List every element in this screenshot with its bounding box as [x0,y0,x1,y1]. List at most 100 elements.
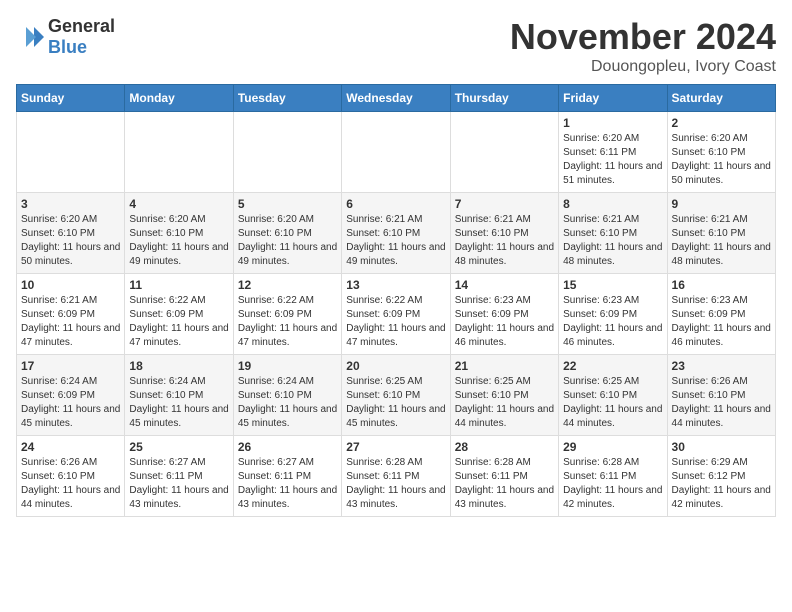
calendar-week-row: 3 Sunrise: 6:20 AM Sunset: 6:10 PM Daylig… [17,193,776,274]
day-info: Sunrise: 6:21 AM Sunset: 6:10 PM Dayligh… [672,213,771,269]
day-number: 5 [238,197,337,211]
day-number: 25 [129,440,228,454]
day-number: 17 [21,359,120,373]
calendar-week-row: 10Sunrise: 6:21 AM Sunset: 6:09 PM Dayli… [17,274,776,355]
day-number: 27 [346,440,445,454]
day-info: Sunrise: 6:23 AM Sunset: 6:09 PM Dayligh… [455,294,554,350]
day-number: 28 [455,440,554,454]
calendar-cell: 4 Sunrise: 6:20 AM Sunset: 6:10 PM Daylig… [125,193,233,274]
calendar-cell: 24 Sunrise: 6:26 AM Sunset: 6:10 PM Dayli… [17,436,125,517]
day-of-week-header: Thursday [450,85,558,112]
calendar-cell: 22 Sunrise: 6:25 AM Sunset: 6:10 PM Dayli… [559,355,667,436]
day-of-week-header: Friday [559,85,667,112]
day-of-week-header: Sunday [17,85,125,112]
day-info: Sunrise: 6:24 AM Sunset: 6:10 PM Dayligh… [238,375,337,431]
day-info: Sunrise: 6:22 AM Sunset: 6:09 PM Dayligh… [238,294,337,350]
day-number: 19 [238,359,337,373]
logo: General Blue [16,16,115,58]
day-number: 9 [672,197,771,211]
calendar-cell: 23Sunrise: 6:26 AM Sunset: 6:10 PM Dayli… [667,355,775,436]
day-number: 2 [672,116,771,130]
day-info: Sunrise: 6:20 AM Sunset: 6:10 PM Dayligh… [672,132,771,188]
calendar-cell: 18 Sunrise: 6:24 AM Sunset: 6:10 PM Dayli… [125,355,233,436]
calendar-cell: 13Sunrise: 6:22 AM Sunset: 6:09 PM Dayli… [342,274,450,355]
day-number: 15 [563,278,662,292]
calendar-cell: 15Sunrise: 6:23 AM Sunset: 6:09 PM Dayli… [559,274,667,355]
calendar-cell: 17 Sunrise: 6:24 AM Sunset: 6:09 PM Dayli… [17,355,125,436]
calendar-cell: 16 Sunrise: 6:23 AM Sunset: 6:09 PM Dayli… [667,274,775,355]
calendar-week-row: 17 Sunrise: 6:24 AM Sunset: 6:09 PM Dayli… [17,355,776,436]
day-number: 8 [563,197,662,211]
day-of-week-header: Saturday [667,85,775,112]
calendar-cell: 1Sunrise: 6:20 AM Sunset: 6:11 PM Daylig… [559,112,667,193]
calendar-cell [233,112,341,193]
day-info: Sunrise: 6:20 AM Sunset: 6:10 PM Dayligh… [129,213,228,269]
day-info: Sunrise: 6:28 AM Sunset: 6:11 PM Dayligh… [563,456,662,512]
day-info: Sunrise: 6:22 AM Sunset: 6:09 PM Dayligh… [346,294,445,350]
day-info: Sunrise: 6:25 AM Sunset: 6:10 PM Dayligh… [563,375,662,431]
day-info: Sunrise: 6:27 AM Sunset: 6:11 PM Dayligh… [129,456,228,512]
calendar-cell: 30 Sunrise: 6:29 AM Sunset: 6:12 PM Dayli… [667,436,775,517]
calendar-cell: 6 Sunrise: 6:21 AM Sunset: 6:10 PM Daylig… [342,193,450,274]
title-area: November 2024 Douongopleu, Ivory Coast [510,16,776,76]
day-number: 20 [346,359,445,373]
day-number: 22 [563,359,662,373]
day-info: Sunrise: 6:24 AM Sunset: 6:09 PM Dayligh… [21,375,120,431]
calendar-cell: 19 Sunrise: 6:24 AM Sunset: 6:10 PM Dayli… [233,355,341,436]
day-info: Sunrise: 6:29 AM Sunset: 6:12 PM Dayligh… [672,456,771,512]
day-number: 3 [21,197,120,211]
day-number: 6 [346,197,445,211]
day-info: Sunrise: 6:26 AM Sunset: 6:10 PM Dayligh… [21,456,120,512]
day-info: Sunrise: 6:21 AM Sunset: 6:10 PM Dayligh… [346,213,445,269]
calendar-cell: 21 Sunrise: 6:25 AM Sunset: 6:10 PM Dayli… [450,355,558,436]
calendar-table: SundayMondayTuesdayWednesdayThursdayFrid… [16,84,776,517]
day-info: Sunrise: 6:23 AM Sunset: 6:09 PM Dayligh… [672,294,771,350]
calendar-cell: 8 Sunrise: 6:21 AM Sunset: 6:10 PM Daylig… [559,193,667,274]
logo-general: General [48,16,115,36]
day-number: 29 [563,440,662,454]
calendar-cell [450,112,558,193]
day-number: 4 [129,197,228,211]
calendar-cell: 3 Sunrise: 6:20 AM Sunset: 6:10 PM Daylig… [17,193,125,274]
day-info: Sunrise: 6:20 AM Sunset: 6:11 PM Dayligh… [563,132,662,188]
day-of-week-header: Wednesday [342,85,450,112]
month-title: November 2024 [510,16,776,58]
day-info: Sunrise: 6:21 AM Sunset: 6:09 PM Dayligh… [21,294,120,350]
calendar-cell: 10Sunrise: 6:21 AM Sunset: 6:09 PM Dayli… [17,274,125,355]
day-number: 18 [129,359,228,373]
day-info: Sunrise: 6:20 AM Sunset: 6:10 PM Dayligh… [21,213,120,269]
day-of-week-header: Tuesday [233,85,341,112]
day-info: Sunrise: 6:27 AM Sunset: 6:11 PM Dayligh… [238,456,337,512]
day-number: 23 [672,359,771,373]
calendar-cell: 25 Sunrise: 6:27 AM Sunset: 6:11 PM Dayli… [125,436,233,517]
calendar-cell: 7 Sunrise: 6:21 AM Sunset: 6:10 PM Daylig… [450,193,558,274]
calendar-cell: 5 Sunrise: 6:20 AM Sunset: 6:10 PM Daylig… [233,193,341,274]
calendar-cell: 26Sunrise: 6:27 AM Sunset: 6:11 PM Dayli… [233,436,341,517]
day-info: Sunrise: 6:20 AM Sunset: 6:10 PM Dayligh… [238,213,337,269]
calendar-cell: 12Sunrise: 6:22 AM Sunset: 6:09 PM Dayli… [233,274,341,355]
calendar-cell: 2 Sunrise: 6:20 AM Sunset: 6:10 PM Daylig… [667,112,775,193]
calendar-cell [17,112,125,193]
day-info: Sunrise: 6:25 AM Sunset: 6:10 PM Dayligh… [455,375,554,431]
calendar-cell: 29 Sunrise: 6:28 AM Sunset: 6:11 PM Dayli… [559,436,667,517]
logo-icon [16,23,44,51]
day-number: 16 [672,278,771,292]
day-info: Sunrise: 6:24 AM Sunset: 6:10 PM Dayligh… [129,375,228,431]
day-info: Sunrise: 6:21 AM Sunset: 6:10 PM Dayligh… [455,213,554,269]
calendar-cell [125,112,233,193]
calendar-week-row: 1Sunrise: 6:20 AM Sunset: 6:11 PM Daylig… [17,112,776,193]
calendar-cell: 28Sunrise: 6:28 AM Sunset: 6:11 PM Dayli… [450,436,558,517]
logo-wordmark: General Blue [48,16,115,58]
calendar-cell: 14 Sunrise: 6:23 AM Sunset: 6:09 PM Dayli… [450,274,558,355]
day-number: 24 [21,440,120,454]
calendar-week-row: 24 Sunrise: 6:26 AM Sunset: 6:10 PM Dayli… [17,436,776,517]
day-number: 14 [455,278,554,292]
day-number: 21 [455,359,554,373]
day-number: 30 [672,440,771,454]
logo-blue: Blue [48,37,87,57]
day-info: Sunrise: 6:22 AM Sunset: 6:09 PM Dayligh… [129,294,228,350]
day-number: 7 [455,197,554,211]
calendar-cell: 11Sunrise: 6:22 AM Sunset: 6:09 PM Dayli… [125,274,233,355]
calendar-cell: 27Sunrise: 6:28 AM Sunset: 6:11 PM Dayli… [342,436,450,517]
day-info: Sunrise: 6:21 AM Sunset: 6:10 PM Dayligh… [563,213,662,269]
